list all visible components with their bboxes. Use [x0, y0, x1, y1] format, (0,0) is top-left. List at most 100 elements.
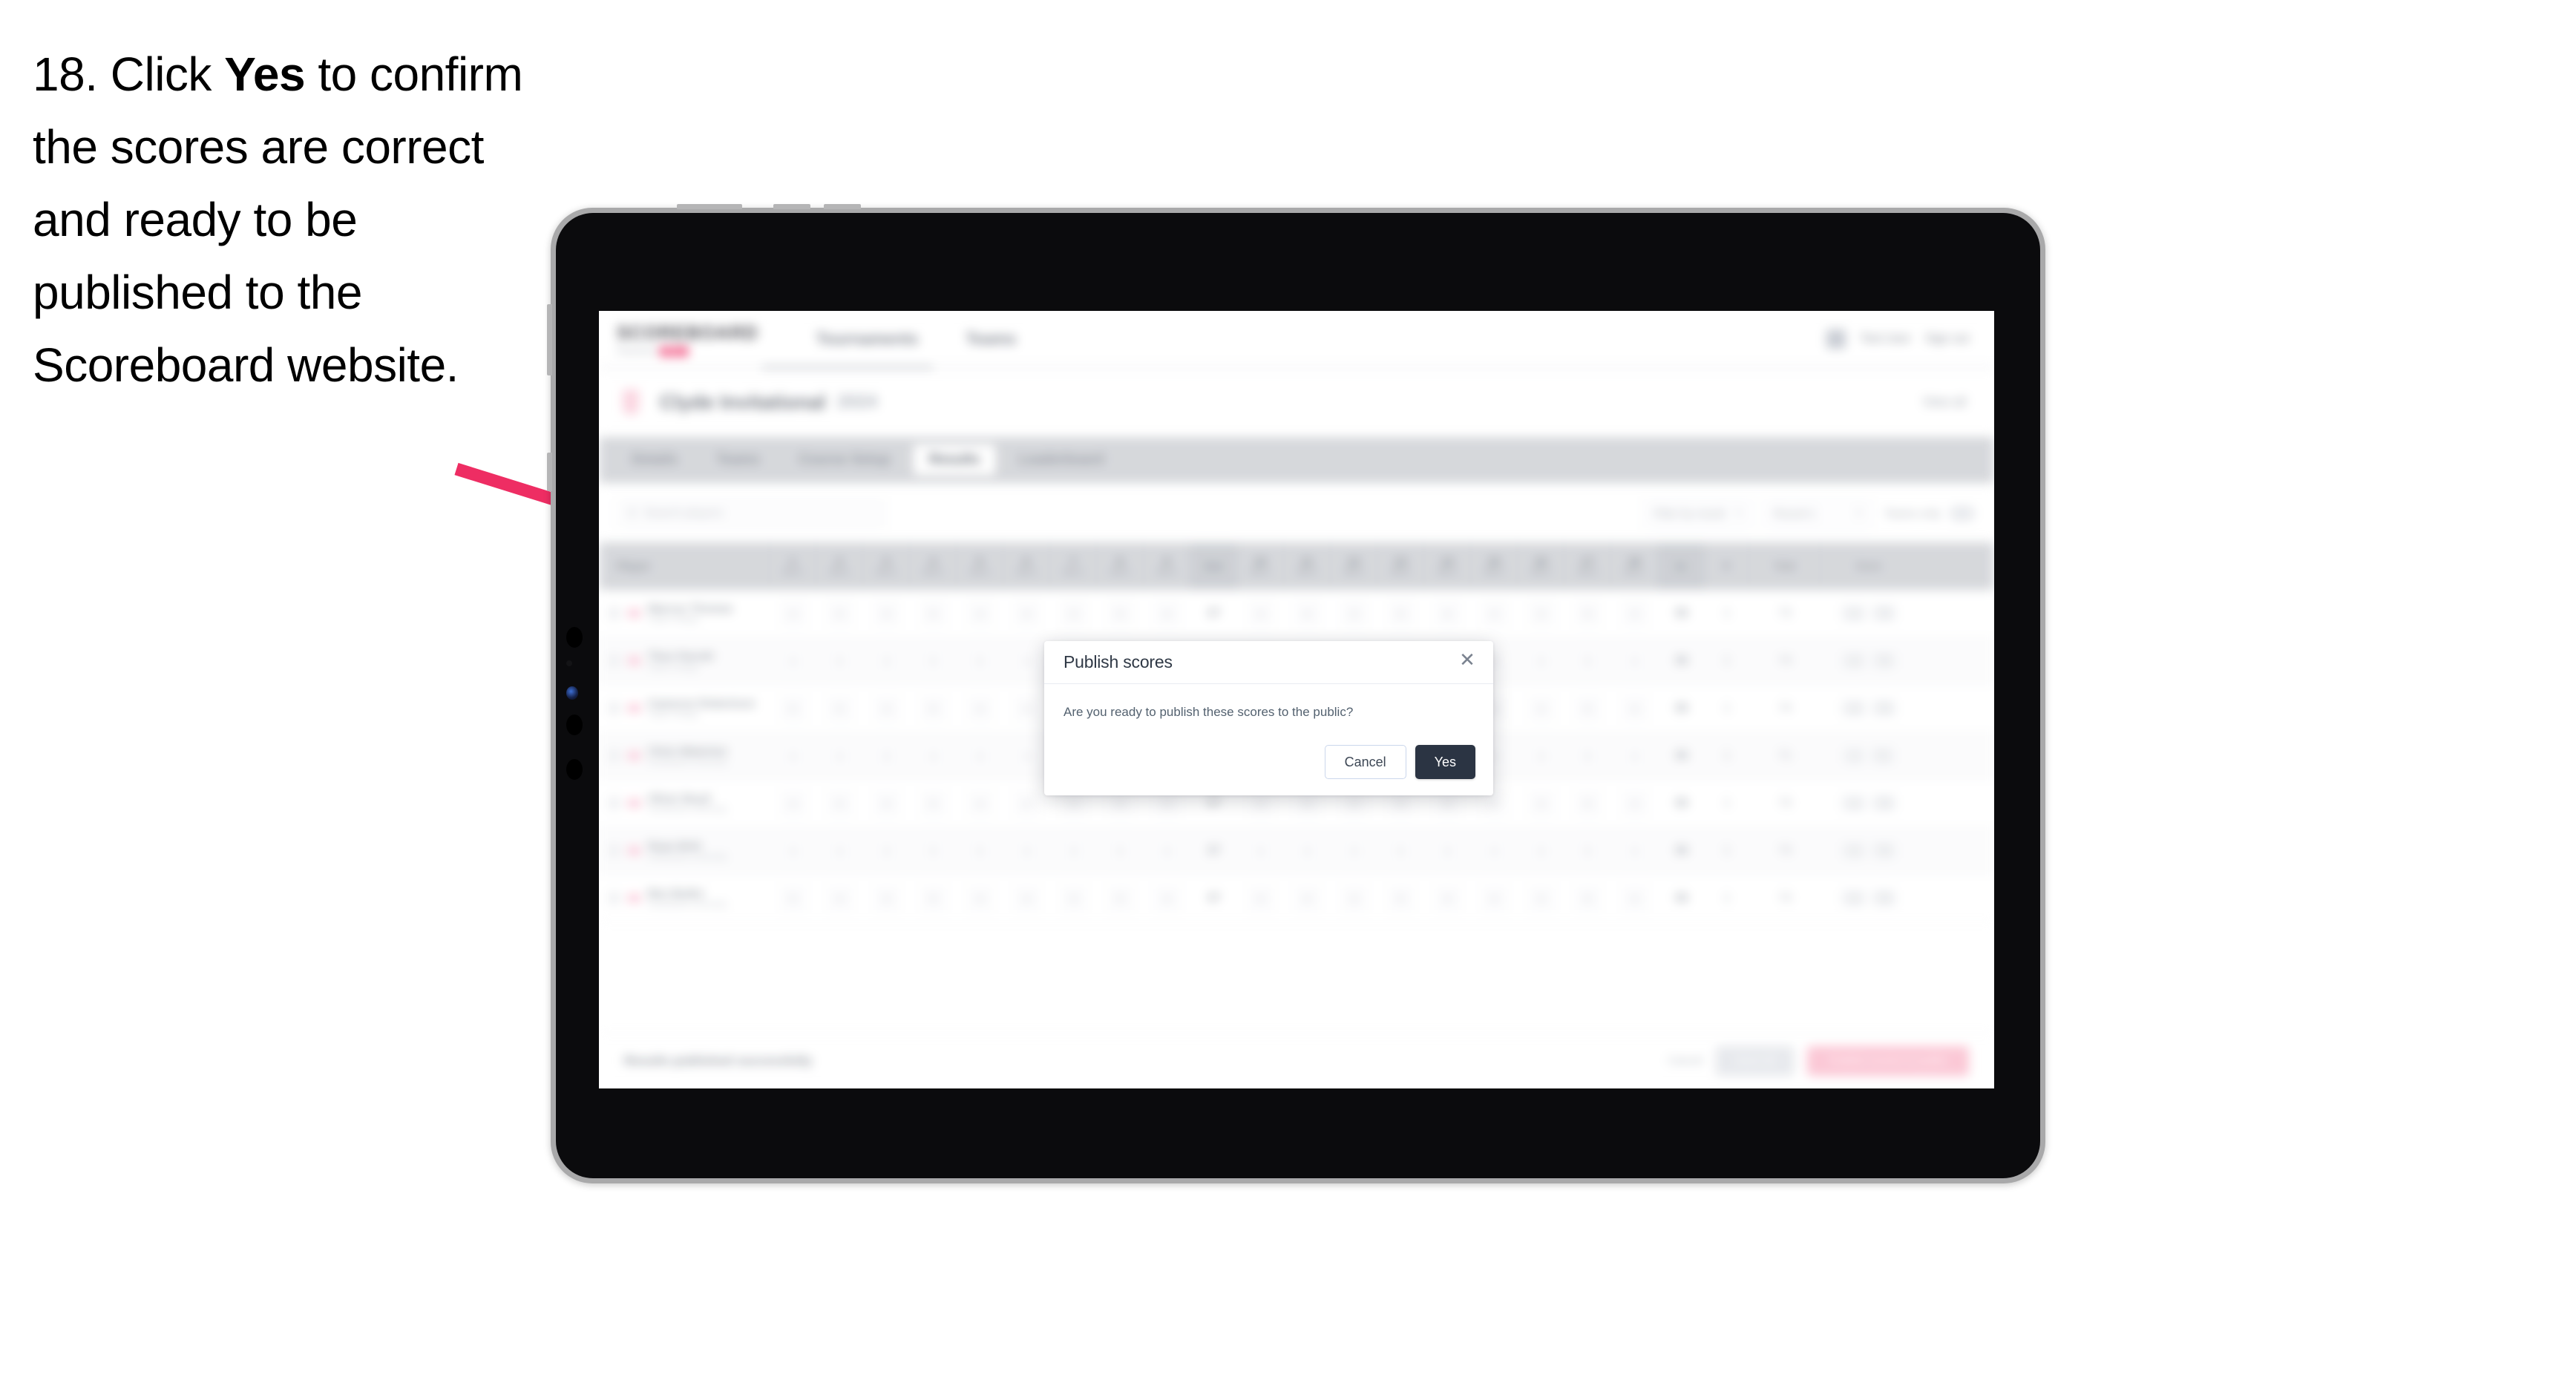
score-input[interactable]: 4 — [1622, 885, 1648, 911]
cell-hole-score[interactable]: 4 — [770, 732, 816, 779]
cell-hole-score[interactable]: 3 — [1518, 590, 1564, 637]
cell-hole-score[interactable]: 4 — [1003, 875, 1050, 922]
cell-hole-score[interactable]: 4 — [1284, 827, 1331, 874]
cell-hole-score[interactable]: 3 — [1331, 590, 1377, 637]
score-input[interactable]: 3 — [1061, 838, 1087, 864]
cell-hole-score[interactable]: 3 — [1518, 780, 1564, 827]
score-input[interactable]: 5 — [967, 648, 993, 674]
score-input[interactable]: 4 — [1248, 600, 1274, 626]
cell-hole-score[interactable]: 4 — [1611, 827, 1658, 874]
score-input[interactable]: 4 — [1481, 838, 1507, 864]
cell-hole-score[interactable]: 4 — [770, 637, 816, 684]
cell-hole-score[interactable]: 5 — [957, 827, 1003, 874]
score-input[interactable]: 5 — [1107, 600, 1133, 626]
search-input[interactable]: ⚲ Search players — [618, 499, 885, 528]
score-input[interactable]: 4 — [1622, 600, 1648, 626]
score-input[interactable]: 4 — [827, 743, 853, 769]
toggle-switch-icon[interactable] — [1950, 506, 1975, 521]
score-input[interactable]: 5 — [827, 648, 853, 674]
sign-out-link[interactable]: Sign out — [1925, 332, 1969, 346]
score-input[interactable]: 5 — [920, 790, 946, 816]
nav-item-teams[interactable]: Teams — [966, 329, 1016, 349]
table-row[interactable]: Ryan Britt Southlands University 4 4 3 5 5 4 3 5 4… — [599, 827, 1994, 875]
cell-hole-score[interactable]: 3 — [1518, 732, 1564, 779]
cell-hole-score[interactable]: 4 — [770, 827, 816, 874]
score-input[interactable]: 5 — [827, 600, 853, 626]
score-input[interactable]: 3 — [1341, 838, 1367, 864]
cancel-button[interactable]: Cancel — [1324, 745, 1406, 779]
cell-hole-score[interactable]: 4 — [1471, 875, 1518, 922]
score-input[interactable]: 4 — [1014, 648, 1040, 674]
cell-hole-score[interactable]: 4 — [1144, 875, 1190, 922]
cell-hole-score[interactable]: 4 — [1611, 732, 1658, 779]
avatar[interactable] — [1826, 329, 1846, 349]
cell-hole-score[interactable]: 5 — [816, 685, 863, 732]
score-input[interactable]: 5 — [1575, 648, 1601, 674]
score-input[interactable]: 3 — [1341, 600, 1367, 626]
cell-hole-score[interactable]: 4 — [1237, 875, 1284, 922]
cell-hole-score[interactable]: 5 — [910, 685, 957, 732]
cell-hole-score[interactable]: 3 — [1518, 827, 1564, 874]
cell-hole-score[interactable]: 5 — [1564, 637, 1611, 684]
cell-hole-score[interactable]: 3 — [1050, 875, 1097, 922]
cell-hole-score[interactable]: 4 — [910, 732, 957, 779]
cell-hole-score[interactable]: 4 — [957, 780, 1003, 827]
tab-course-setup[interactable]: Course Setup — [782, 444, 907, 476]
score-input[interactable]: 4 — [967, 790, 993, 816]
cell-hole-score[interactable]: 3 — [1331, 827, 1377, 874]
cell-hole-score[interactable]: 4 — [816, 875, 863, 922]
cell-hole-score[interactable]: 3 — [1518, 875, 1564, 922]
score-input[interactable]: 5 — [1107, 838, 1133, 864]
score-input[interactable]: 3 — [1528, 838, 1554, 864]
score-input[interactable]: 5 — [827, 695, 853, 721]
score-input[interactable]: 3 — [1528, 743, 1554, 769]
cell-hole-score[interactable]: 5 — [770, 875, 816, 922]
cell-hole-score[interactable]: 5 — [910, 590, 957, 637]
score-input[interactable]: 4 — [1014, 885, 1040, 911]
save-all-button[interactable]: Save all — [1716, 1045, 1795, 1076]
score-input[interactable]: 5 — [1575, 743, 1601, 769]
close-icon[interactable]: ✕ — [1458, 650, 1477, 669]
score-input[interactable]: 5 — [1575, 838, 1601, 864]
score-input[interactable]: 3 — [874, 885, 899, 911]
cell-hole-score[interactable]: 4 — [1424, 875, 1471, 922]
cell-hole-score[interactable]: 5 — [1564, 780, 1611, 827]
score-input[interactable]: 4 — [967, 885, 993, 911]
yes-button[interactable]: Yes — [1415, 745, 1475, 779]
cell-hole-score[interactable]: 3 — [1518, 685, 1564, 732]
score-input[interactable]: 4 — [1294, 838, 1320, 864]
score-input[interactable]: 4 — [1294, 885, 1320, 911]
cell-hole-score[interactable]: 4 — [1003, 637, 1050, 684]
cell-hole-score[interactable]: 4 — [1611, 637, 1658, 684]
score-input[interactable]: 3 — [1528, 695, 1554, 721]
score-input[interactable]: 4 — [1294, 600, 1320, 626]
cell-hole-score[interactable]: 5 — [816, 590, 863, 637]
score-input[interactable]: 3 — [874, 695, 899, 721]
score-input[interactable]: 5 — [1388, 885, 1414, 911]
score-input[interactable]: 3 — [1341, 885, 1367, 911]
row-checkbox[interactable] — [608, 654, 620, 667]
cell-hole-score[interactable]: 5 — [1564, 590, 1611, 637]
cell-hole-score[interactable]: 4 — [1003, 827, 1050, 874]
score-input[interactable]: 3 — [1061, 885, 1087, 911]
cell-hole-score[interactable]: 4 — [816, 827, 863, 874]
cell-hole-score[interactable]: 4 — [1611, 875, 1658, 922]
cell-hole-score[interactable]: 5 — [957, 637, 1003, 684]
cell-hole-score[interactable]: 4 — [957, 590, 1003, 637]
score-input[interactable]: 3 — [874, 790, 899, 816]
score-input[interactable]: 4 — [1014, 600, 1040, 626]
cell-hole-score[interactable]: 4 — [1144, 590, 1190, 637]
cell-hole-score[interactable]: 4 — [1284, 875, 1331, 922]
tab-leaderboard[interactable]: Leaderboard — [1002, 444, 1120, 476]
score-input[interactable]: 3 — [1061, 600, 1087, 626]
cell-hole-score[interactable]: 5 — [910, 875, 957, 922]
nav-item-tournaments[interactable]: Tournaments — [816, 329, 919, 349]
score-input[interactable]: 5 — [967, 838, 993, 864]
cell-hole-score[interactable]: 5 — [1564, 685, 1611, 732]
score-input[interactable]: 4 — [967, 695, 993, 721]
score-input[interactable]: 4 — [1435, 885, 1461, 911]
cell-hole-score[interactable]: 4 — [1237, 590, 1284, 637]
score-input[interactable]: 3 — [874, 838, 899, 864]
cell-hole-score[interactable]: 5 — [910, 780, 957, 827]
score-input[interactable]: 4 — [1154, 885, 1180, 911]
